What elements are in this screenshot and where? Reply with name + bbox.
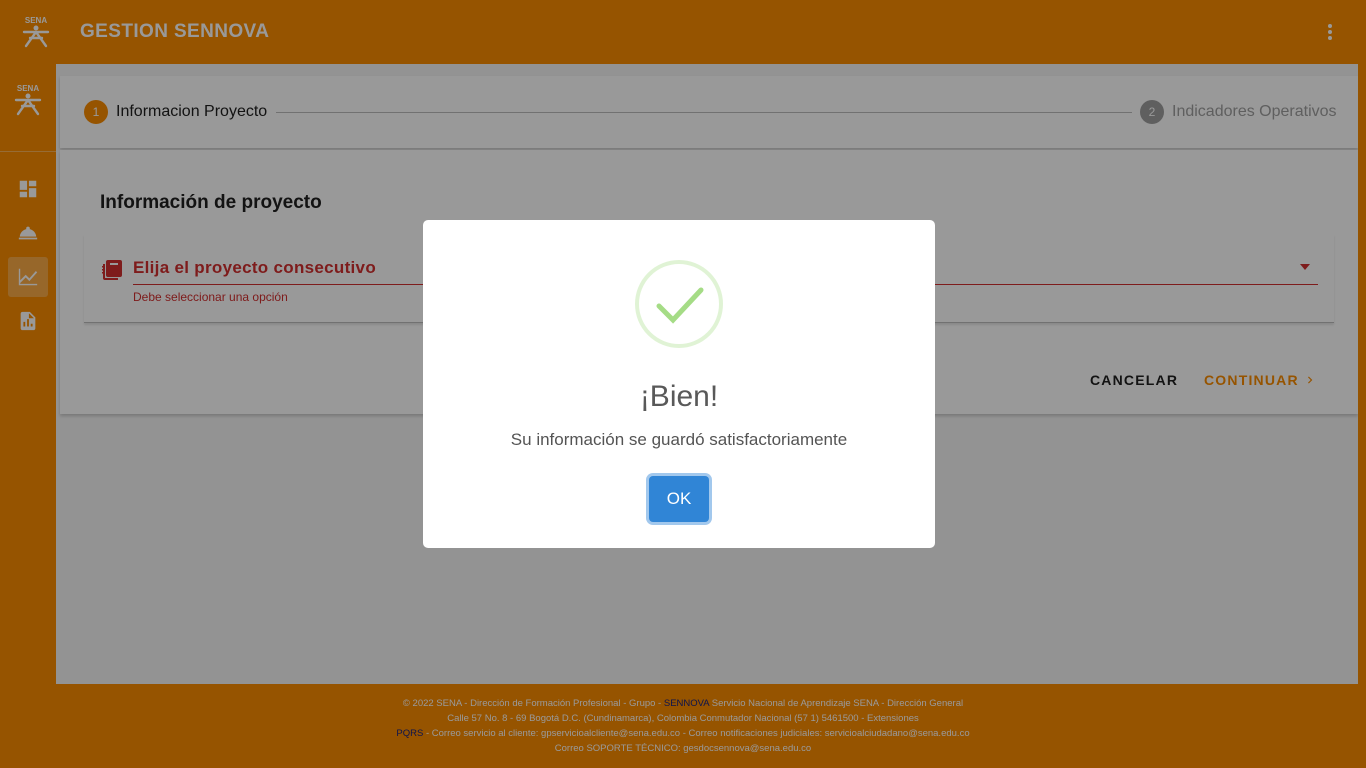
dialog-title: ¡Bien! — [639, 380, 719, 413]
success-dialog: ¡Bien! Su información se guardó satisfac… — [423, 220, 935, 548]
success-check-icon — [635, 260, 723, 348]
dialog-message: Su información se guardó satisfactoriame… — [510, 430, 848, 449]
ok-button[interactable]: OK — [649, 476, 709, 522]
